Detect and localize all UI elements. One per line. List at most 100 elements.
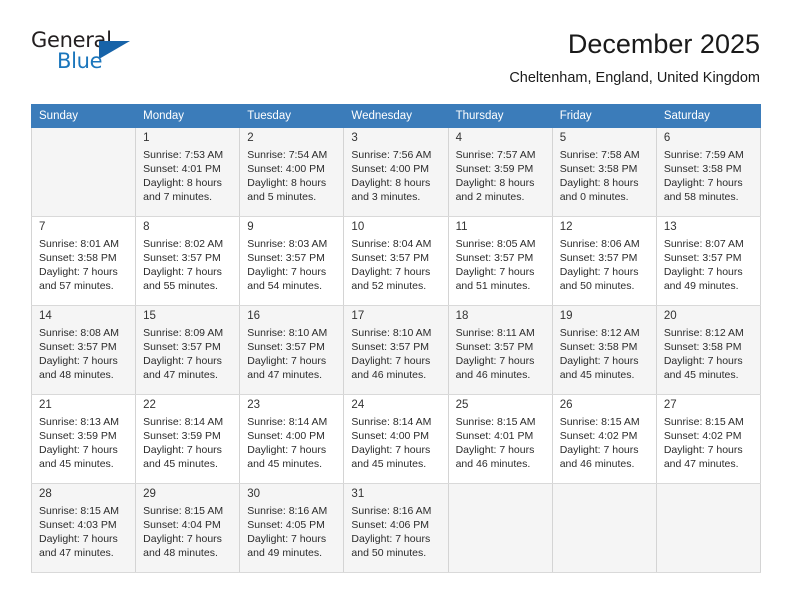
day-detail-lines: Sunrise: 7:58 AM Sunset: 3:58 PM Daylight:… (560, 148, 650, 204)
day-detail-line: Daylight: 7 hours (351, 533, 431, 545)
day-cell-content: 27 Sunrise: 8:15 AM Sunset: 4:02 PM Dayligh… (657, 395, 760, 471)
day-detail-line: and 49 minutes. (663, 280, 739, 292)
day-detail-line: Sunrise: 8:14 AM (247, 416, 328, 428)
day-cell-content: 6 Sunrise: 7:59 AM Sunset: 3:58 PM Daylight… (657, 128, 760, 204)
calendar-day-cell[interactable]: 19 Sunrise: 8:12 AM Sunset: 3:58 PM Dayligh… (551, 305, 657, 395)
calendar-day-cell[interactable]: 8 Sunrise: 8:02 AM Sunset: 3:57 PM Daylight… (135, 216, 241, 306)
day-detail-line: and 48 minutes. (39, 369, 114, 381)
day-cell-content: 13 Sunrise: 8:07 AM Sunset: 3:57 PM Dayligh… (657, 217, 760, 293)
weekday-header-thursday: Thursday (447, 104, 553, 128)
calendar-day-cell[interactable]: 11 Sunrise: 8:05 AM Sunset: 3:57 PM Dayligh… (447, 216, 553, 306)
day-cell-content: 15 Sunrise: 8:09 AM Sunset: 3:57 PM Dayligh… (136, 306, 239, 382)
day-detail-lines: Sunrise: 8:15 AM Sunset: 4:02 PM Daylight:… (664, 415, 754, 471)
day-detail-line: Sunrise: 8:01 AM (39, 238, 119, 250)
day-detail-line: Sunrise: 8:12 AM (559, 327, 640, 339)
day-detail-line: Daylight: 8 hours (247, 177, 327, 189)
calendar-day-cell[interactable]: 14 Sunrise: 8:08 AM Sunset: 3:57 PM Dayligh… (30, 305, 137, 395)
day-detail-line: Daylight: 7 hours (455, 444, 535, 456)
calendar-week-row: 1 Sunrise: 7:53 AM Sunset: 4:01 PM Daylight… (30, 127, 762, 217)
calendar-day-cell[interactable]: 10 Sunrise: 8:04 AM Sunset: 3:57 PM Dayligh… (343, 216, 449, 306)
day-detail-line: Daylight: 7 hours (559, 355, 639, 367)
day-detail-lines: Sunrise: 7:53 AM Sunset: 4:01 PM Daylight:… (143, 148, 233, 204)
calendar-day-cell[interactable]: 28 Sunrise: 8:15 AM Sunset: 4:03 PM Dayligh… (30, 483, 137, 573)
calendar-empty-cell (30, 127, 137, 217)
day-detail-line: and 54 minutes. (247, 280, 322, 292)
general-blue-logo[interactable]: General Blue (31, 28, 141, 80)
calendar-day-cell[interactable]: 1 Sunrise: 7:53 AM Sunset: 4:01 PM Daylight… (135, 127, 241, 217)
calendar-day-cell[interactable]: 31 Sunrise: 8:16 AM Sunset: 4:06 PM Dayligh… (343, 483, 449, 573)
calendar-day-cell[interactable]: 6 Sunrise: 7:59 AM Sunset: 3:58 PM Daylight… (655, 127, 762, 217)
calendar-day-cell[interactable]: 24 Sunrise: 8:14 AM Sunset: 4:00 PM Dayligh… (343, 394, 449, 484)
day-number: 26 (559, 399, 573, 411)
calendar-day-cell[interactable]: 12 Sunrise: 8:06 AM Sunset: 3:57 PM Dayligh… (551, 216, 657, 306)
day-detail-lines: Sunrise: 8:15 AM Sunset: 4:03 PM Daylight:… (39, 504, 129, 560)
day-detail-lines: Sunrise: 8:13 AM Sunset: 3:59 PM Daylight:… (39, 415, 129, 471)
day-number: 14 (39, 310, 52, 322)
calendar-day-cell[interactable]: 4 Sunrise: 7:57 AM Sunset: 3:59 PM Daylight… (447, 127, 553, 217)
day-detail-line: Daylight: 7 hours (455, 266, 535, 278)
day-detail-line: Daylight: 7 hours (39, 266, 118, 278)
day-cell-content: 18 Sunrise: 8:11 AM Sunset: 3:57 PM Dayligh… (449, 306, 552, 382)
day-detail-line: Sunrise: 8:07 AM (663, 238, 744, 250)
calendar-day-cell[interactable]: 23 Sunrise: 8:14 AM Sunset: 4:00 PM Dayligh… (239, 394, 345, 484)
day-detail-line: and 0 minutes. (559, 191, 629, 203)
calendar-day-cell[interactable]: 30 Sunrise: 8:16 AM Sunset: 4:05 PM Dayligh… (239, 483, 345, 573)
day-detail-line: Daylight: 7 hours (663, 444, 743, 456)
day-number: 13 (663, 221, 677, 233)
calendar-day-cell[interactable]: 15 Sunrise: 8:09 AM Sunset: 3:57 PM Dayligh… (135, 305, 241, 395)
month-calendar-table: Sunday Monday Tuesday Wednesday Thursday Frid… (30, 104, 762, 573)
day-number: 20 (663, 310, 677, 322)
calendar-day-cell[interactable]: 3 Sunrise: 7:56 AM Sunset: 4:00 PM Daylight… (343, 127, 449, 217)
day-detail-line: Daylight: 7 hours (143, 533, 222, 545)
day-detail-line: Sunset: 3:58 PM (39, 252, 117, 264)
calendar-week-row: 28 Sunrise: 8:15 AM Sunset: 4:03 PM Dayligh… (30, 483, 762, 573)
day-detail-lines: Sunrise: 7:57 AM Sunset: 3:59 PM Daylight:… (456, 148, 546, 204)
day-detail-lines: Sunrise: 8:16 AM Sunset: 4:05 PM Daylight:… (247, 504, 337, 560)
calendar-day-cell[interactable]: 25 Sunrise: 8:15 AM Sunset: 4:01 PM Dayligh… (447, 394, 553, 484)
day-cell-content: 9 Sunrise: 8:03 AM Sunset: 3:57 PM Daylight… (240, 217, 343, 293)
day-detail-lines: Sunrise: 8:08 AM Sunset: 3:57 PM Daylight:… (39, 326, 129, 382)
calendar-day-cell[interactable]: 2 Sunrise: 7:54 AM Sunset: 4:00 PM Daylight… (239, 127, 345, 217)
calendar-day-cell[interactable]: 5 Sunrise: 7:58 AM Sunset: 3:58 PM Daylight… (551, 127, 657, 217)
day-cell-content: 11 Sunrise: 8:05 AM Sunset: 3:57 PM Dayligh… (449, 217, 552, 293)
day-number: 6 (663, 132, 671, 144)
day-detail-line: Sunset: 4:02 PM (559, 430, 638, 442)
calendar-day-cell[interactable]: 18 Sunrise: 8:11 AM Sunset: 3:57 PM Dayligh… (447, 305, 553, 395)
calendar-day-cell[interactable]: 26 Sunrise: 8:15 AM Sunset: 4:02 PM Dayligh… (551, 394, 657, 484)
calendar-day-cell[interactable]: 9 Sunrise: 8:03 AM Sunset: 3:57 PM Daylight… (239, 216, 345, 306)
day-detail-line: Daylight: 7 hours (351, 355, 431, 367)
day-cell-content: 5 Sunrise: 7:58 AM Sunset: 3:58 PM Daylight… (553, 128, 656, 204)
day-detail-lines: Sunrise: 7:59 AM Sunset: 3:58 PM Daylight:… (664, 148, 754, 204)
calendar-day-cell[interactable]: 13 Sunrise: 8:07 AM Sunset: 3:57 PM Dayligh… (655, 216, 762, 306)
day-cell-content: 31 Sunrise: 8:16 AM Sunset: 4:06 PM Dayligh… (344, 484, 447, 560)
calendar-day-cell[interactable]: 21 Sunrise: 8:13 AM Sunset: 3:59 PM Dayligh… (30, 394, 137, 484)
day-detail-line: and 50 minutes. (351, 547, 427, 559)
day-detail-lines: Sunrise: 8:11 AM Sunset: 3:57 PM Daylight:… (456, 326, 546, 382)
day-number: 28 (39, 488, 52, 500)
day-detail-line: Daylight: 7 hours (247, 533, 327, 545)
day-detail-line: Sunset: 3:59 PM (455, 163, 534, 175)
day-detail-line: Daylight: 7 hours (143, 444, 222, 456)
day-detail-lines: Sunrise: 8:10 AM Sunset: 3:57 PM Daylight:… (247, 326, 337, 382)
day-detail-line: Sunrise: 8:05 AM (455, 238, 536, 250)
calendar-day-cell[interactable]: 22 Sunrise: 8:14 AM Sunset: 3:59 PM Dayligh… (135, 394, 241, 484)
day-detail-line: Sunrise: 8:09 AM (143, 327, 224, 339)
calendar-day-cell[interactable]: 29 Sunrise: 8:15 AM Sunset: 4:04 PM Dayligh… (135, 483, 241, 573)
day-number: 27 (663, 399, 677, 411)
day-detail-line: and 47 minutes. (247, 369, 322, 381)
day-detail-line: Sunset: 3:58 PM (559, 341, 638, 353)
calendar-day-cell[interactable]: 17 Sunrise: 8:10 AM Sunset: 3:57 PM Dayligh… (343, 305, 449, 395)
day-cell-content: 30 Sunrise: 8:16 AM Sunset: 4:05 PM Dayligh… (240, 484, 343, 560)
day-detail-lines: Sunrise: 8:09 AM Sunset: 3:57 PM Daylight:… (143, 326, 233, 382)
calendar-day-cell[interactable]: 20 Sunrise: 8:12 AM Sunset: 3:58 PM Dayligh… (655, 305, 762, 395)
day-detail-line: Sunrise: 7:57 AM (455, 149, 536, 161)
weekday-header-monday: Monday (135, 104, 241, 128)
day-number: 22 (143, 399, 156, 411)
day-number: 18 (455, 310, 469, 322)
day-detail-line: and 7 minutes. (143, 191, 213, 203)
calendar-day-cell[interactable]: 27 Sunrise: 8:15 AM Sunset: 4:02 PM Dayligh… (655, 394, 762, 484)
calendar-day-cell[interactable]: 7 Sunrise: 8:01 AM Sunset: 3:58 PM Daylight… (30, 216, 137, 306)
calendar-day-cell[interactable]: 16 Sunrise: 8:10 AM Sunset: 3:57 PM Dayligh… (239, 305, 345, 395)
day-detail-line: Sunset: 3:57 PM (39, 341, 117, 353)
day-number: 1 (143, 132, 150, 144)
